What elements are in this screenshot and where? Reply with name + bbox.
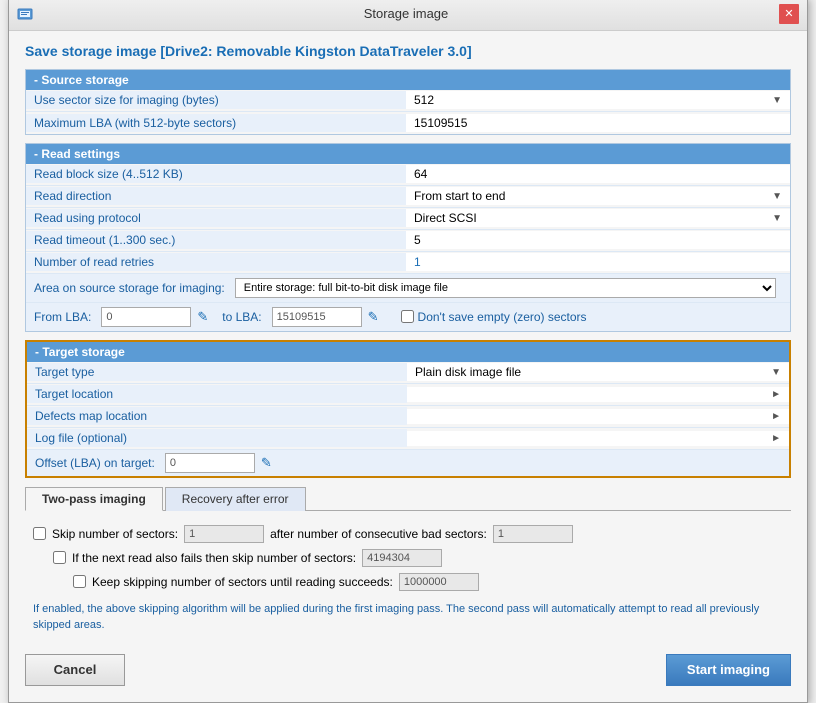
max-lba-label: Maximum LBA (with 512-byte sectors) bbox=[26, 114, 406, 132]
tab-two-pass-imaging[interactable]: Two-pass imaging bbox=[25, 487, 163, 511]
table-row: Read using protocol Direct SCSI ▼ bbox=[26, 208, 790, 230]
tab-content: Skip number of sectors: after number of … bbox=[25, 519, 791, 644]
target-type-label: Target type bbox=[27, 363, 407, 381]
area-select[interactable]: Entire storage: full bit-to-bit disk ima… bbox=[235, 278, 776, 298]
read-protocol-label: Read using protocol bbox=[26, 209, 406, 227]
tabs-bar: Two-pass imaging Recovery after error bbox=[25, 486, 791, 511]
skip-sectors-row: Skip number of sectors: after number of … bbox=[29, 525, 787, 543]
max-lba-value: 15109515 bbox=[406, 114, 790, 132]
table-row: Target location ► bbox=[27, 384, 789, 406]
after-sectors-input[interactable] bbox=[493, 525, 573, 543]
source-storage-section: - Source storage Use sector size for ima… bbox=[25, 69, 791, 135]
read-block-size-label: Read block size (4..512 KB) bbox=[26, 165, 406, 183]
next-read-label: If the next read also fails then skip nu… bbox=[72, 551, 356, 565]
read-retries-value: 1 bbox=[406, 253, 790, 271]
read-direction-dropdown-icon: ▼ bbox=[772, 191, 782, 202]
target-location-nav-icon: ► bbox=[771, 389, 781, 400]
read-direction-label: Read direction bbox=[26, 187, 406, 205]
keep-skipping-row: Keep skipping number of sectors until re… bbox=[29, 573, 787, 591]
sector-size-value[interactable]: 512 ▼ bbox=[406, 91, 790, 109]
keep-skipping-label: Keep skipping number of sectors until re… bbox=[92, 575, 393, 589]
table-row: Maximum LBA (with 512-byte sectors) 1510… bbox=[26, 112, 790, 134]
table-row: Read timeout (1..300 sec.) 5 bbox=[26, 230, 790, 252]
to-lba-label: to LBA: bbox=[222, 310, 261, 324]
sector-size-dropdown-icon: ▼ bbox=[772, 95, 782, 106]
read-timeout-value: 5 bbox=[406, 231, 790, 249]
title-bar: Storage image ✕ bbox=[9, 0, 807, 31]
bottom-row: Cancel Start imaging bbox=[25, 644, 791, 690]
info-text: If enabled, the above skipping algorithm… bbox=[29, 597, 787, 638]
sector-size-label: Use sector size for imaging (bytes) bbox=[26, 91, 406, 109]
table-row: Use sector size for imaging (bytes) 512 … bbox=[26, 90, 790, 112]
table-row: Read block size (4..512 KB) 64 bbox=[26, 164, 790, 186]
read-timeout-label: Read timeout (1..300 sec.) bbox=[26, 231, 406, 249]
target-storage-header: - Target storage bbox=[27, 342, 789, 362]
offset-lba-input[interactable] bbox=[165, 453, 255, 473]
window-title: Storage image bbox=[33, 6, 779, 21]
app-icon bbox=[17, 6, 33, 22]
table-row: Defects map location ► bbox=[27, 406, 789, 428]
to-lba-edit-icon[interactable]: ✎ bbox=[368, 309, 379, 325]
next-read-checkbox[interactable] bbox=[53, 551, 66, 564]
read-direction-value[interactable]: From start to end ▼ bbox=[406, 187, 790, 205]
keep-skipping-checkbox[interactable] bbox=[73, 575, 86, 588]
start-imaging-button[interactable]: Start imaging bbox=[666, 654, 791, 686]
table-row: Read direction From start to end ▼ bbox=[26, 186, 790, 208]
read-settings-section: - Read settings Read block size (4..512 … bbox=[25, 143, 791, 332]
table-row: Number of read retries 1 bbox=[26, 252, 790, 274]
table-row: Log file (optional) ► bbox=[27, 428, 789, 450]
log-file-value[interactable]: ► bbox=[407, 431, 789, 446]
lba-row: From LBA: ✎ to LBA: ✎ Don't save empty (… bbox=[26, 303, 790, 331]
defects-map-value[interactable]: ► bbox=[407, 409, 789, 424]
area-row: Area on source storage for imaging: Enti… bbox=[26, 274, 790, 303]
target-location-label: Target location bbox=[27, 385, 407, 403]
skip-sectors-label: Skip number of sectors: bbox=[52, 527, 178, 541]
dont-save-empty-label[interactable]: Don't save empty (zero) sectors bbox=[401, 310, 587, 324]
defects-map-label: Defects map location bbox=[27, 407, 407, 425]
area-label: Area on source storage for imaging: bbox=[34, 281, 225, 295]
offset-lba-edit-icon[interactable]: ✎ bbox=[261, 455, 272, 471]
read-protocol-value[interactable]: Direct SCSI ▼ bbox=[406, 209, 790, 227]
read-block-size-value: 64 bbox=[406, 165, 790, 183]
from-lba-input[interactable] bbox=[101, 307, 191, 327]
offset-row: Offset (LBA) on target: ✎ bbox=[27, 450, 789, 476]
target-type-value[interactable]: Plain disk image file ▼ bbox=[407, 363, 789, 381]
target-storage-section: - Target storage Target type Plain disk … bbox=[25, 340, 791, 478]
main-window: Storage image ✕ Save storage image [Driv… bbox=[8, 0, 808, 703]
dont-save-empty-checkbox[interactable] bbox=[401, 310, 414, 323]
target-type-dropdown-icon: ▼ bbox=[771, 367, 781, 378]
after-label: after number of consecutive bad sectors: bbox=[270, 527, 487, 541]
next-read-row: If the next read also fails then skip nu… bbox=[29, 549, 787, 567]
from-lba-edit-icon[interactable]: ✎ bbox=[197, 309, 208, 325]
from-lba-label: From LBA: bbox=[34, 310, 91, 324]
table-row: Target type Plain disk image file ▼ bbox=[27, 362, 789, 384]
close-button[interactable]: ✕ bbox=[779, 4, 799, 24]
defects-map-nav-icon: ► bbox=[771, 411, 781, 422]
content-area: Save storage image [Drive2: Removable Ki… bbox=[9, 31, 807, 702]
log-file-label: Log file (optional) bbox=[27, 429, 407, 447]
log-file-nav-icon: ► bbox=[771, 433, 781, 444]
target-location-value[interactable]: ► bbox=[407, 387, 789, 402]
keep-skipping-input[interactable] bbox=[399, 573, 479, 591]
skip-sectors-input[interactable] bbox=[184, 525, 264, 543]
main-title: Save storage image [Drive2: Removable Ki… bbox=[25, 43, 791, 59]
cancel-button[interactable]: Cancel bbox=[25, 654, 125, 686]
tab-recovery-after-error[interactable]: Recovery after error bbox=[165, 487, 306, 511]
to-lba-input[interactable] bbox=[272, 307, 362, 327]
next-read-input[interactable] bbox=[362, 549, 442, 567]
offset-lba-label: Offset (LBA) on target: bbox=[35, 456, 155, 470]
skip-sectors-checkbox[interactable] bbox=[33, 527, 46, 540]
read-settings-header: - Read settings bbox=[26, 144, 790, 164]
read-protocol-dropdown-icon: ▼ bbox=[772, 213, 782, 224]
read-retries-label: Number of read retries bbox=[26, 253, 406, 271]
source-storage-header: - Source storage bbox=[26, 70, 790, 90]
